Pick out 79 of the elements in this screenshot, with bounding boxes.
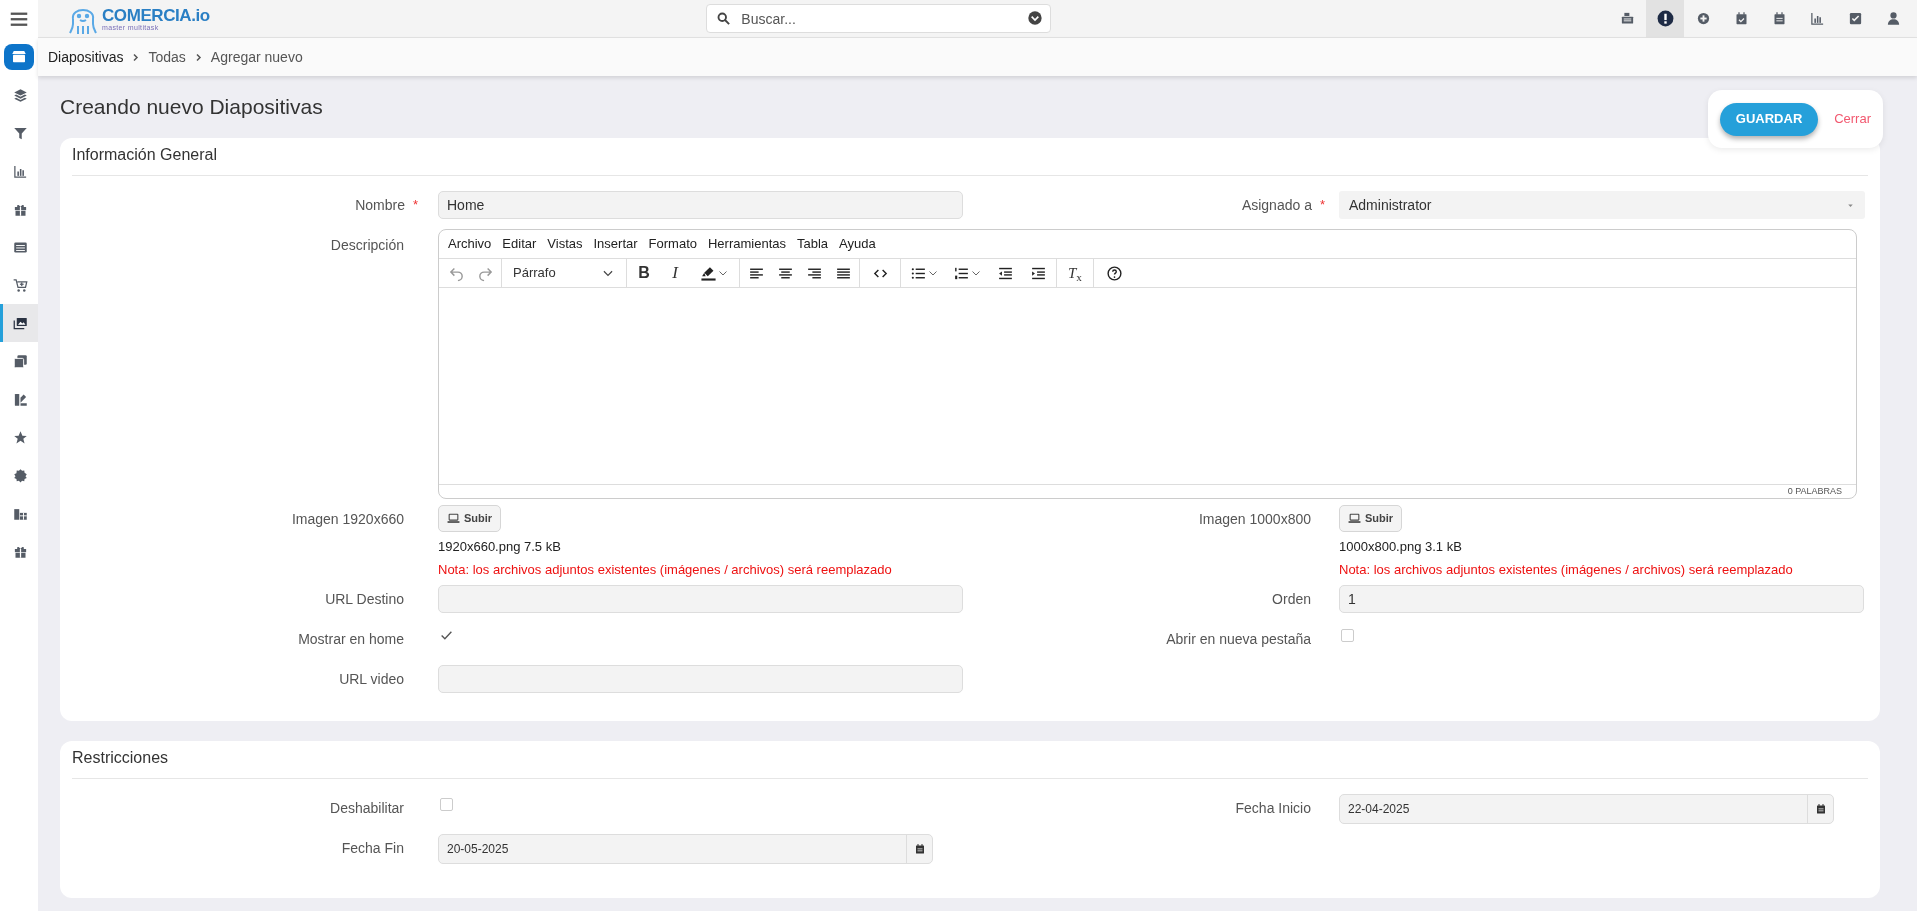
field-label: Deshabilitar	[330, 799, 404, 818]
alert-icon	[1655, 9, 1675, 28]
checkbox[interactable]	[440, 798, 453, 811]
breadcrumb-link[interactable]: Diapositivas	[48, 46, 124, 68]
replace-note: Nota: los archivos adjuntos existentes (imágenes / archivos) será reemplazado	[438, 560, 892, 579]
field-label: Orden	[1272, 590, 1311, 609]
file-name: 1920x660.png 7.5 kB	[438, 538, 561, 556]
menu-item[interactable]: Archivo	[448, 234, 492, 254]
field-label: Descripción	[330, 236, 404, 255]
word-count: 0 PALABRAS	[1787, 484, 1842, 498]
filter-icon	[13, 125, 28, 141]
date-field[interactable]: 22-04-2025	[1339, 794, 1834, 824]
italic-button[interactable]: I	[661, 259, 689, 287]
text-field[interactable]	[438, 665, 963, 693]
check-icon	[440, 629, 453, 642]
images-icon	[13, 315, 28, 331]
chart-icon	[1809, 11, 1825, 26]
clear-format-button[interactable]: T$_{x}$	[1060, 259, 1090, 287]
field-label: Asignado a	[1241, 196, 1312, 215]
field-label: URL video	[339, 670, 404, 689]
text-field[interactable]: Home	[438, 191, 963, 219]
menu-item[interactable]: Insertar	[593, 234, 638, 254]
field-label: Fecha Inicio	[1235, 799, 1311, 818]
checkbox[interactable]	[1341, 629, 1354, 642]
search-field[interactable]: Buscar...	[706, 4, 1052, 33]
field-label: URL Destino	[325, 590, 404, 609]
breadcrumb-link[interactable]: Todas	[148, 46, 186, 68]
block-format-dropdown[interactable]: Párrafo	[505, 259, 623, 287]
copy-icon	[13, 353, 28, 369]
required-mark: *	[412, 196, 418, 214]
select-field[interactable]: Administrator	[1339, 191, 1865, 219]
calendar-icon	[1814, 803, 1827, 815]
help-icon	[1105, 264, 1123, 282]
menu-item[interactable]: Herramientas	[708, 234, 786, 254]
file-name: 1000x800.png 3.1 kB	[1339, 538, 1462, 556]
calendar-icon	[913, 843, 926, 855]
field-label: Nombre	[355, 196, 405, 215]
user-icon	[1885, 11, 1901, 26]
search-icon	[716, 11, 732, 26]
text-field[interactable]	[438, 585, 963, 613]
upload-button[interactable]: Subir	[438, 505, 502, 532]
breadcrumb-link[interactable]: Agregar nuevo	[210, 46, 303, 68]
chart-icon	[13, 163, 28, 179]
section-title: Restricciones	[72, 748, 169, 768]
laptop-icon	[1348, 512, 1361, 525]
menu-item[interactable]: Vistas	[547, 234, 583, 254]
toolbar-button[interactable]	[1646, 0, 1684, 38]
section-title: Información General	[72, 145, 217, 165]
menu-item[interactable]: Ayuda	[839, 234, 876, 254]
sidebar-item[interactable]	[0, 304, 38, 342]
replace-note: Nota: los archivos adjuntos existentes (imágenes / archivos) será reemplazado	[1339, 560, 1793, 579]
laptop-icon	[447, 512, 460, 525]
field-label: Imagen 1920x660	[291, 510, 404, 529]
layers-icon	[13, 87, 28, 103]
upload-button[interactable]: Subir	[1339, 505, 1403, 532]
field-label: Mostrar en home	[298, 630, 404, 649]
date-field[interactable]: 20-05-2025	[438, 834, 933, 864]
plus-icon	[1695, 11, 1711, 26]
badge-icon	[13, 467, 28, 483]
menu-item[interactable]: Tabla	[797, 234, 829, 254]
menu-item[interactable]: Formato	[648, 234, 697, 254]
cash-register-icon	[1619, 11, 1635, 26]
dropdown-icon[interactable]	[1027, 10, 1044, 26]
required-mark: *	[1319, 196, 1325, 214]
star-icon	[13, 429, 28, 445]
chevron-right-icon	[131, 52, 141, 62]
cart-icon	[13, 277, 28, 293]
menu-item[interactable]: Editar	[502, 234, 537, 254]
field-label: Imagen 1000x800	[1198, 510, 1311, 529]
text-field[interactable]: 1	[1339, 585, 1864, 613]
store-button[interactable]	[4, 44, 34, 70]
brand-name: COMERCIA.io	[102, 6, 210, 24]
field-label: Fecha Fin	[341, 839, 404, 858]
field-label: Abrir en nueva pestaña	[1166, 630, 1311, 649]
page-title: Creando nuevo Diapositivas	[60, 94, 323, 121]
checkbox-icon	[1847, 11, 1863, 26]
swatch-icon	[13, 391, 28, 407]
checkbox[interactable]	[440, 629, 453, 642]
bold-button[interactable]: B	[630, 259, 658, 287]
